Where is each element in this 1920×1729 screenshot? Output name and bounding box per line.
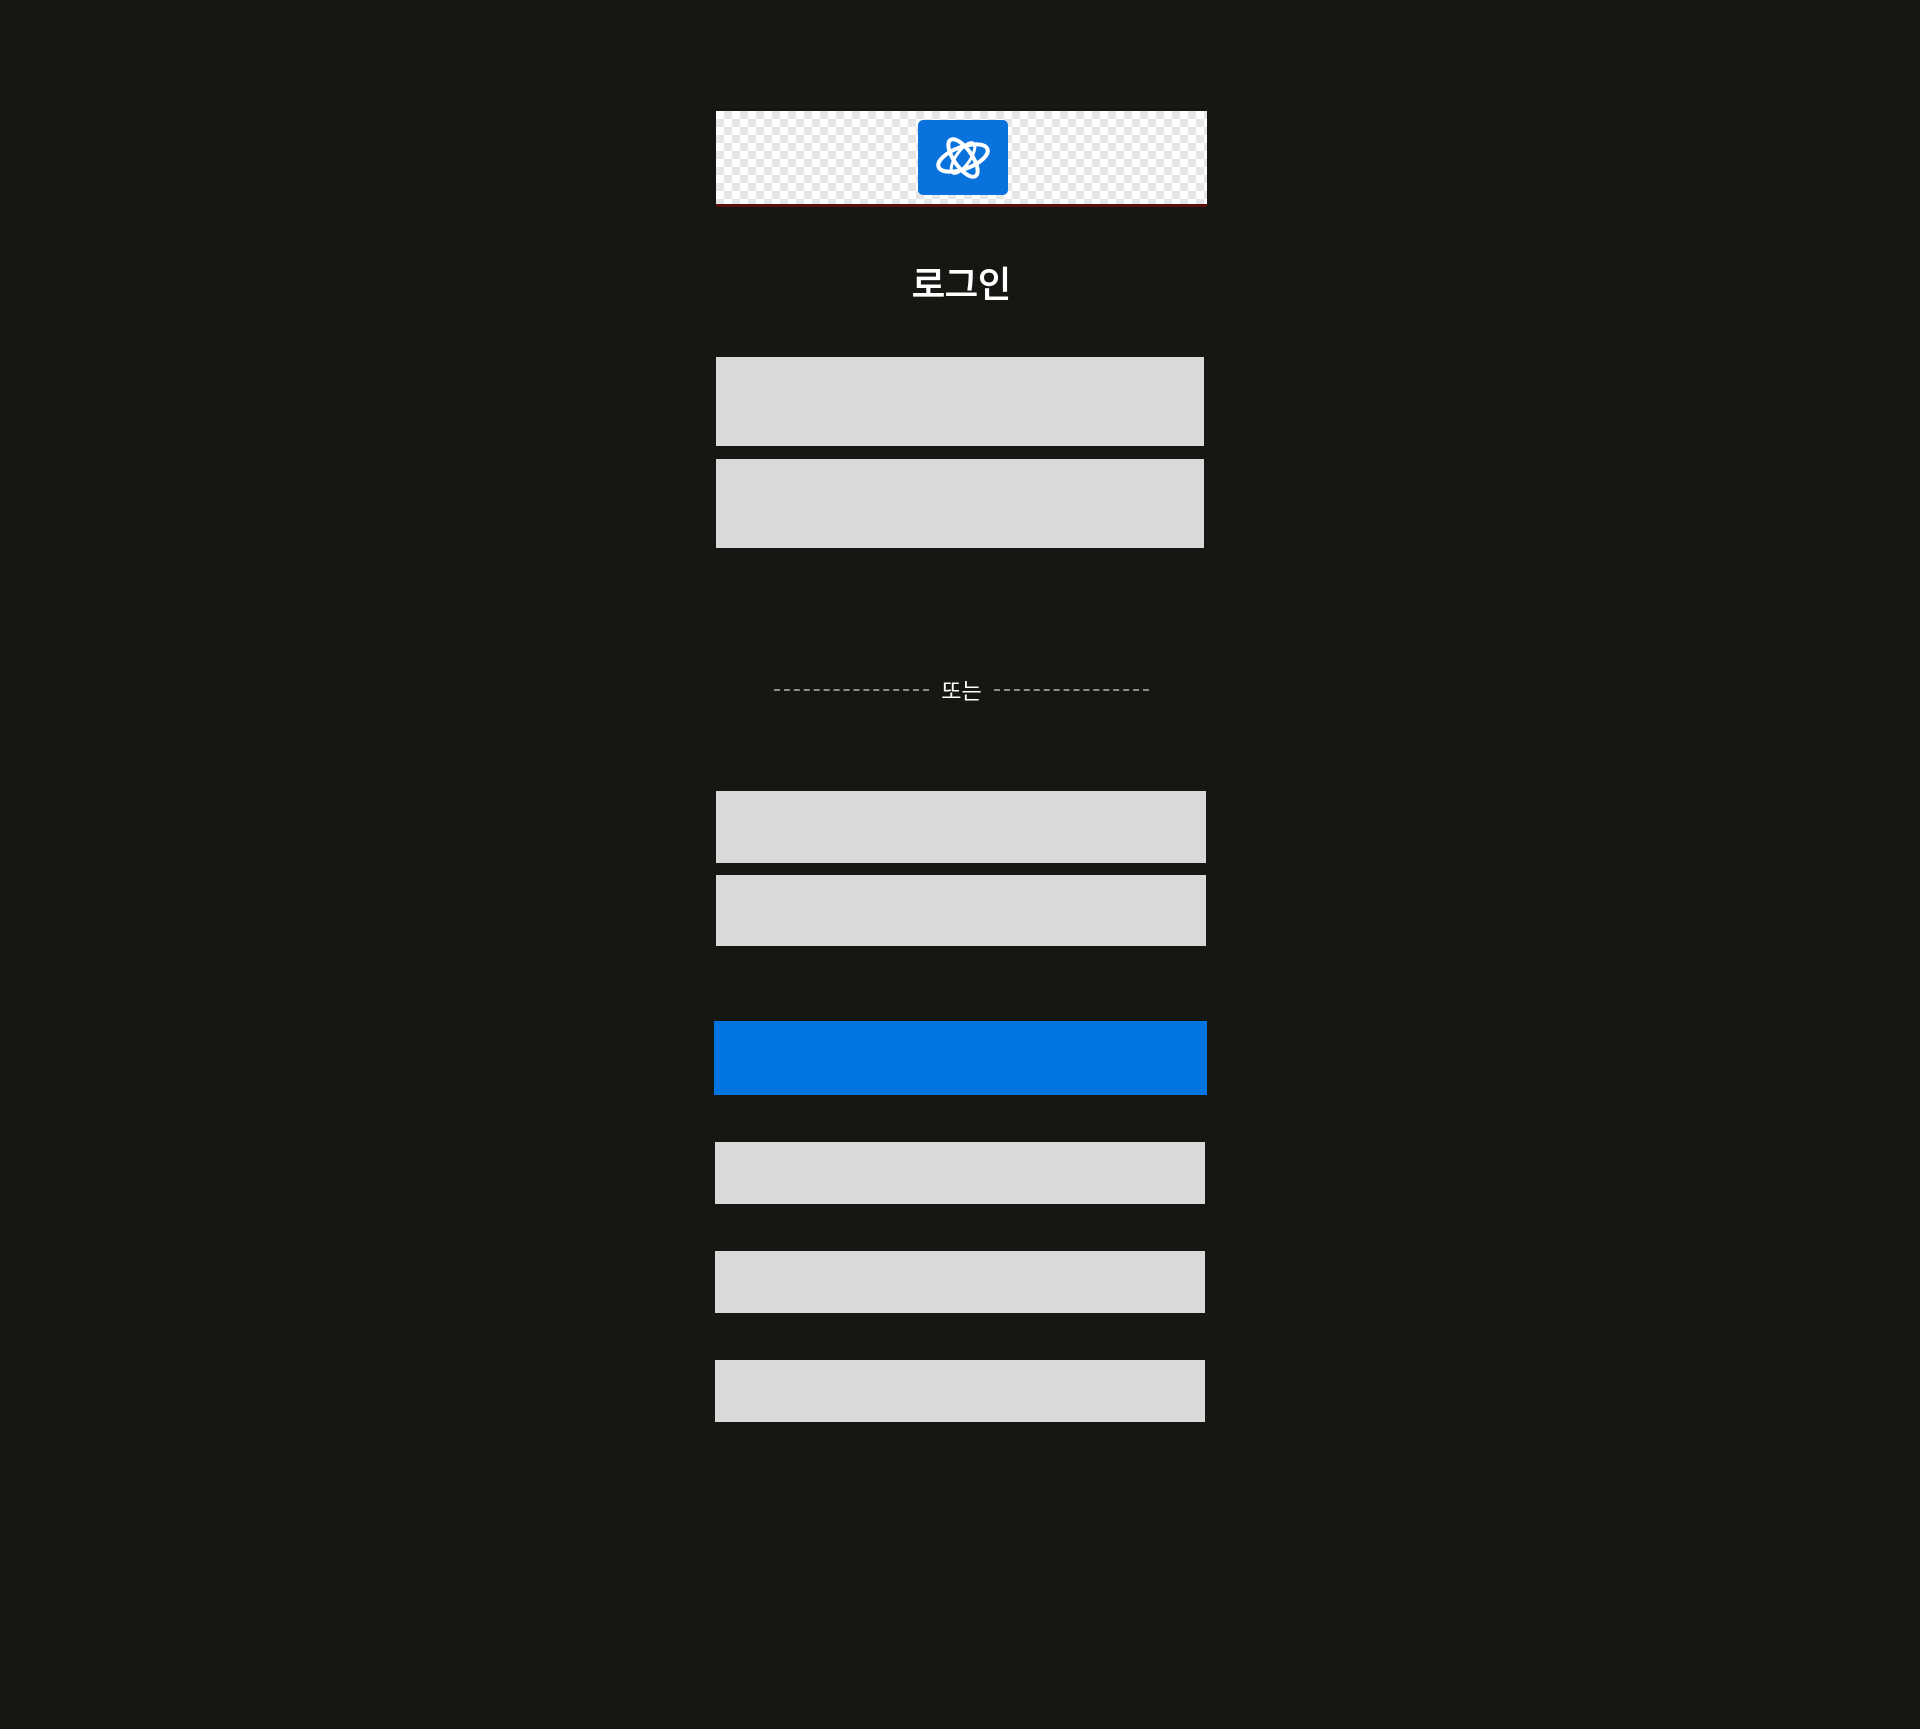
alt-login-button-3[interactable] xyxy=(715,1360,1205,1422)
divider-line-left xyxy=(774,689,930,691)
alt-login-button-2[interactable] xyxy=(715,1251,1205,1313)
page-title: 로그인 xyxy=(911,265,1012,306)
battle-net-logo-svg xyxy=(936,136,990,179)
password-input[interactable] xyxy=(716,459,1204,548)
battle-net-logo-icon xyxy=(918,120,1008,195)
divider: 또는 xyxy=(716,670,1207,710)
account-input[interactable] xyxy=(716,357,1204,446)
divider-line-right xyxy=(993,689,1149,691)
alt-login-button-1[interactable] xyxy=(715,1142,1205,1204)
secondary-input-1[interactable] xyxy=(716,791,1206,863)
divider-text: 또는 xyxy=(941,680,982,705)
login-button[interactable] xyxy=(714,1021,1207,1095)
logo-banner xyxy=(716,111,1207,207)
login-page: 로그인 또는 xyxy=(0,0,1920,1729)
secondary-input-2[interactable] xyxy=(716,875,1206,946)
